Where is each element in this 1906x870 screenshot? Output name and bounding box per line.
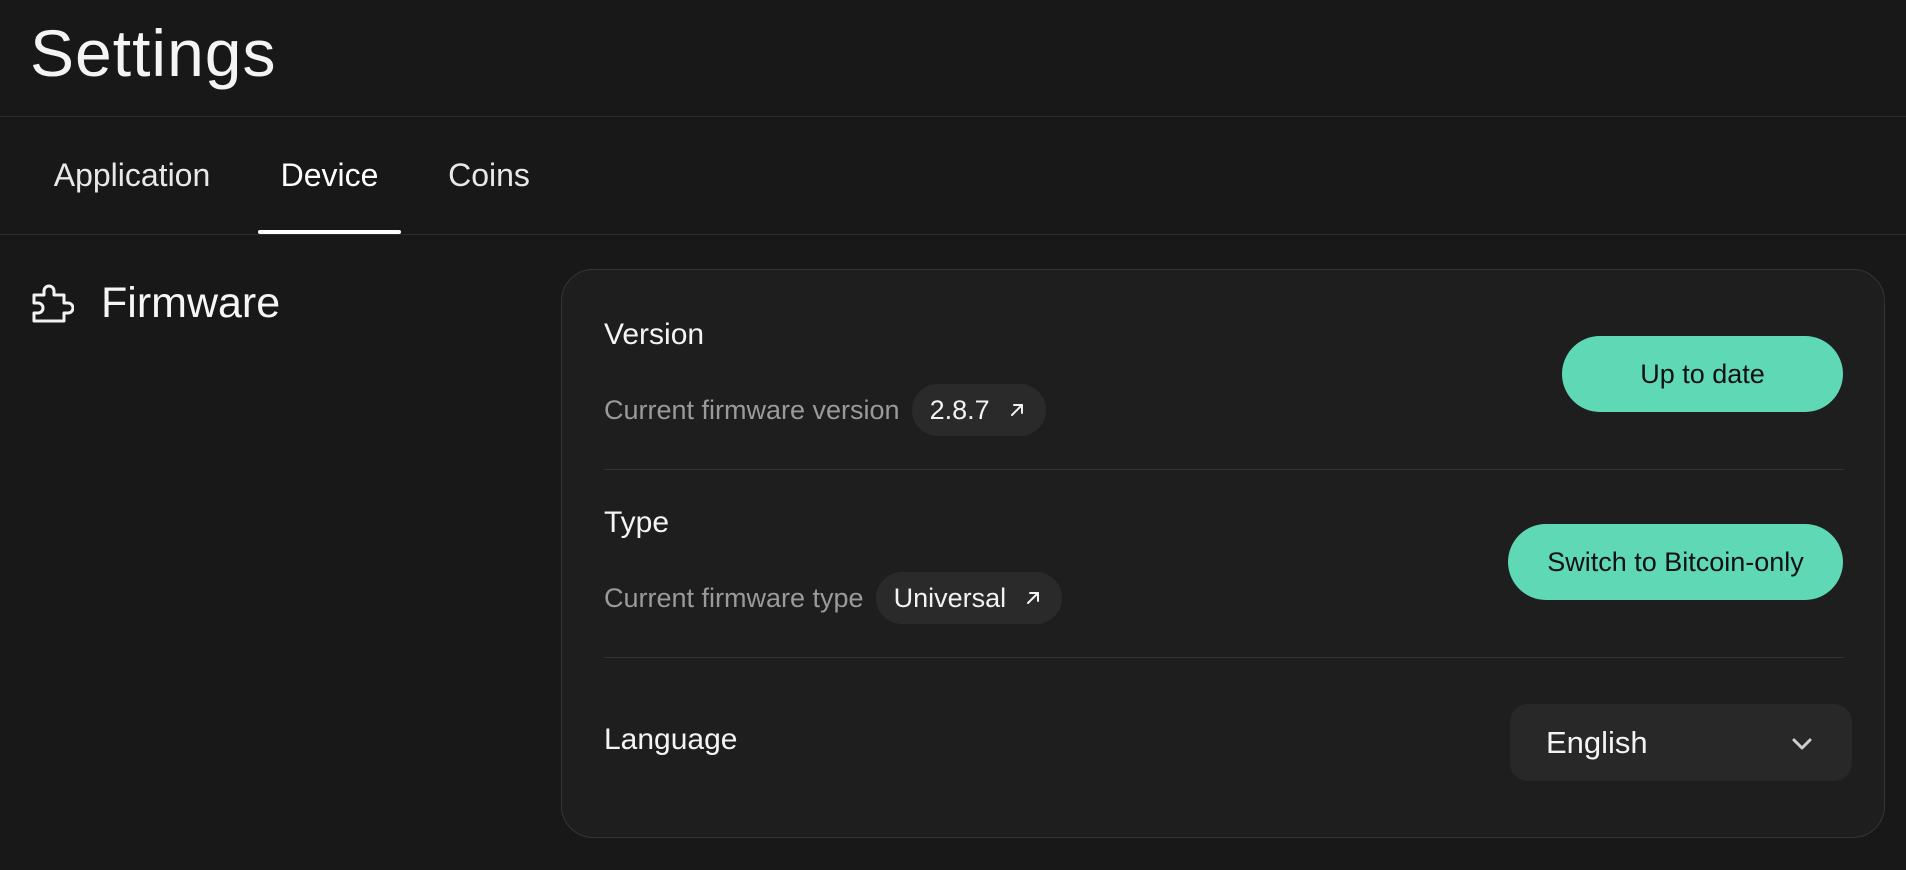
settings-tabs: Application Device Coins bbox=[0, 117, 1906, 235]
version-title: Version bbox=[604, 318, 705, 351]
section-title: Firmware bbox=[101, 278, 281, 327]
firmware-type-value: Universal bbox=[893, 582, 1007, 613]
settings-page: Settings Application Device Coins Firmwa… bbox=[0, 0, 1906, 870]
firmware-version-link[interactable]: 2.8.7 bbox=[911, 384, 1046, 436]
tab-device[interactable]: Device bbox=[258, 117, 401, 234]
page-header: Settings bbox=[0, 0, 1906, 117]
language-title: Language bbox=[604, 723, 738, 756]
firmware-section-header: Firmware bbox=[30, 278, 280, 328]
type-info: Current firmware type Universal bbox=[604, 572, 1063, 624]
language-selected-value: English bbox=[1546, 724, 1648, 760]
page-title: Settings bbox=[30, 16, 277, 90]
divider bbox=[604, 469, 1844, 470]
divider bbox=[604, 657, 1844, 658]
external-arrow-icon bbox=[1024, 589, 1042, 607]
chevron-down-icon bbox=[1790, 731, 1814, 755]
version-label: Current firmware version bbox=[604, 394, 900, 425]
external-arrow-icon bbox=[1008, 401, 1026, 419]
type-title: Type bbox=[604, 506, 670, 539]
firmware-type-link[interactable]: Universal bbox=[875, 572, 1063, 624]
tab-coins[interactable]: Coins bbox=[425, 117, 553, 234]
firmware-card: Version Current firmware version 2.8.7 U… bbox=[561, 269, 1885, 838]
language-select[interactable]: English bbox=[1510, 704, 1852, 781]
version-info: Current firmware version 2.8.7 bbox=[604, 384, 1046, 436]
type-label: Current firmware type bbox=[604, 582, 864, 613]
tab-application[interactable]: Application bbox=[30, 117, 234, 234]
up-to-date-button[interactable]: Up to date bbox=[1562, 336, 1843, 412]
puzzle-icon bbox=[30, 281, 74, 325]
firmware-version-value: 2.8.7 bbox=[929, 394, 990, 425]
switch-to-bitcoin-only-button[interactable]: Switch to Bitcoin-only bbox=[1508, 524, 1843, 600]
